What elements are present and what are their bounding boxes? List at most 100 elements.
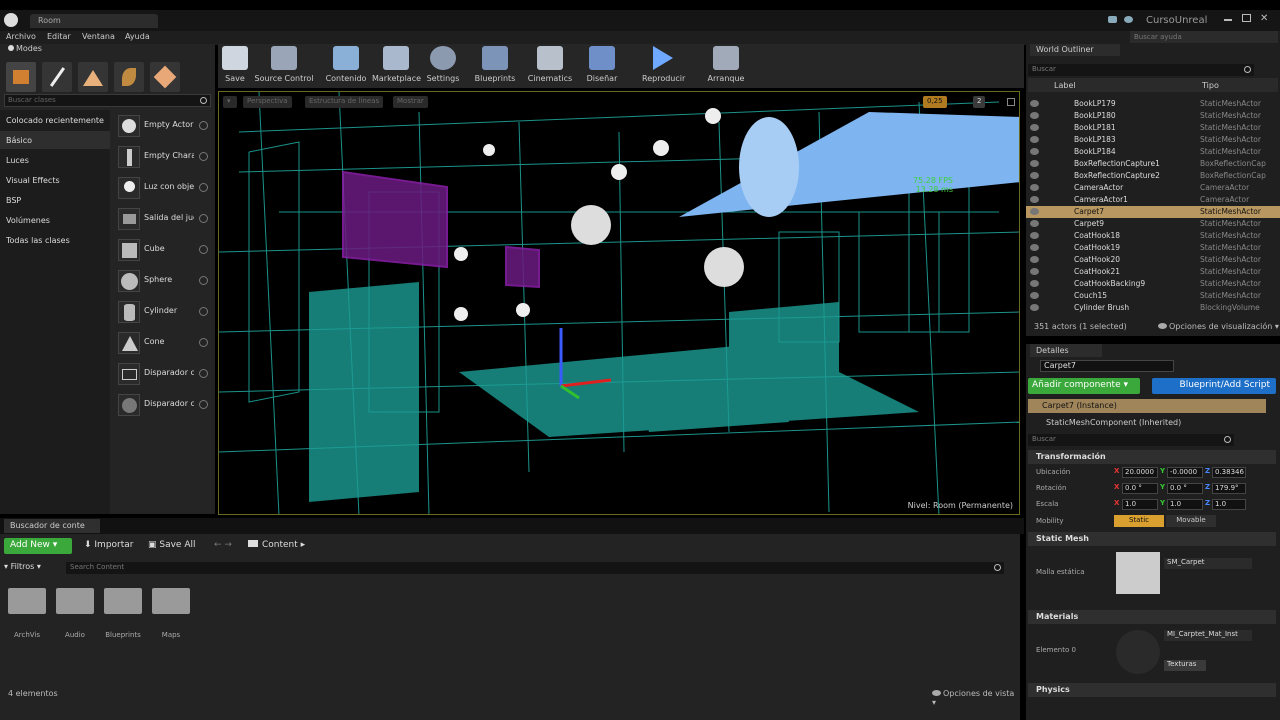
help-icon[interactable] [199, 338, 208, 347]
visibility-icon[interactable] [1030, 100, 1039, 107]
play-button[interactable]: Reproducir [642, 46, 685, 86]
mobility-movable-button[interactable]: Movable [1166, 515, 1216, 527]
outliner-view-options[interactable]: Opciones de visualización ▾ [1158, 322, 1279, 331]
foliage-mode-icon[interactable] [114, 62, 144, 92]
blueprint-add-script-button[interactable]: Blueprint/Add Script [1152, 378, 1276, 394]
design-button[interactable]: Diseñar [586, 46, 618, 86]
outliner-row[interactable]: Cylinder Brush BlockingVolume [1026, 302, 1280, 314]
outliner-row[interactable]: BookLP183 StaticMeshActor [1026, 134, 1280, 146]
details-search-input[interactable]: Buscar [1028, 434, 1234, 446]
class-search-input[interactable]: Buscar clases [4, 94, 211, 107]
visibility-icon[interactable] [1030, 160, 1039, 167]
save-button[interactable]: Save [220, 46, 250, 86]
actor-point-light[interactable]: Luz con obje [114, 175, 212, 203]
outliner-row[interactable]: CoatHook21 StaticMeshActor [1026, 266, 1280, 278]
minimize-icon[interactable] [1224, 19, 1232, 21]
visibility-icon[interactable] [1030, 232, 1039, 239]
visibility-icon[interactable] [1030, 220, 1039, 227]
menu-window[interactable]: Ventana [82, 32, 115, 41]
add-new-button[interactable]: Add New ▾ [4, 538, 72, 554]
help-icon[interactable] [199, 245, 208, 254]
viewport-options-button[interactable]: ▾ [223, 96, 237, 108]
folder-blueprints[interactable] [104, 588, 142, 614]
outliner-row[interactable]: BookLP181 StaticMeshActor [1026, 122, 1280, 134]
material-thumbnail[interactable] [1116, 630, 1160, 674]
help-icon[interactable] [199, 276, 208, 285]
path-breadcrumb[interactable]: Content ▸ [248, 540, 305, 550]
mesh-thumbnail[interactable] [1116, 552, 1160, 594]
outliner-row[interactable]: BoxReflectionCapture1 BoxReflectionCap [1026, 158, 1280, 170]
scale-y-field[interactable]: 1.0 [1167, 499, 1203, 510]
actor-empty-character[interactable]: Empty Chara [114, 144, 212, 172]
visibility-icon[interactable] [1030, 268, 1039, 275]
visibility-icon[interactable] [1030, 256, 1039, 263]
blueprints-button[interactable]: Blueprints [474, 46, 516, 86]
maximize-viewport-icon[interactable] [1007, 98, 1015, 106]
settings-button[interactable]: Settings [426, 46, 460, 86]
category-recent[interactable]: Colocado recientemente [6, 116, 104, 125]
outliner-row[interactable]: CoatHook20 StaticMeshActor [1026, 254, 1280, 266]
show-button[interactable]: Mostrar [393, 96, 428, 108]
visibility-icon[interactable] [1030, 112, 1039, 119]
help-icon[interactable] [199, 121, 208, 130]
actor-cone[interactable]: Cone [114, 330, 212, 358]
outliner-row[interactable]: BookLP180 StaticMeshActor [1026, 110, 1280, 122]
outliner-row[interactable]: BookLP179 StaticMeshActor [1026, 98, 1280, 110]
geometry-mode-icon[interactable] [150, 62, 180, 92]
content-search-input[interactable]: Search Content [66, 562, 1004, 574]
outliner-row[interactable]: Couch15 StaticMeshActor [1026, 290, 1280, 302]
visibility-icon[interactable] [1030, 280, 1039, 287]
paint-mode-icon[interactable] [42, 62, 72, 92]
outliner-row[interactable]: BookLP184 StaticMeshActor [1026, 146, 1280, 158]
help-icon[interactable] [199, 152, 208, 161]
rotation-y-field[interactable]: 0.0 ° [1167, 483, 1203, 494]
label-column-header[interactable]: Label [1054, 81, 1076, 90]
physics-section-header[interactable]: Physics [1028, 683, 1276, 697]
category-lights[interactable]: Luces [6, 156, 29, 165]
help-icon[interactable] [199, 400, 208, 409]
source-control-button[interactable]: Source Control [254, 46, 314, 86]
modes-tab[interactable]: Modes [4, 44, 64, 56]
outliner-tab[interactable]: World Outliner [1030, 44, 1120, 56]
type-column-header[interactable]: Tipo [1202, 81, 1219, 90]
transform-section-header[interactable]: Transformación [1028, 450, 1276, 464]
help-icon[interactable] [199, 183, 208, 192]
history-nav[interactable]: ← → [214, 540, 232, 550]
actor-box-trigger[interactable]: Disparador c [114, 361, 212, 389]
actor-name-field[interactable]: Carpet7 [1040, 360, 1174, 372]
category-all-classes[interactable]: Todas las clases [6, 236, 70, 245]
visibility-icon[interactable] [1030, 172, 1039, 179]
notify-icon[interactable] [1124, 16, 1133, 23]
level-tab[interactable]: Room [30, 14, 158, 28]
mesh-select-dropdown[interactable]: SM_Carpet [1164, 558, 1252, 569]
menu-help[interactable]: Ayuda [125, 32, 150, 41]
outliner-row[interactable]: CameraActor1 CameraActor [1026, 194, 1280, 206]
mobility-static-button[interactable]: Static [1114, 515, 1164, 527]
launch-button[interactable]: Arranque [706, 46, 746, 86]
outliner-row[interactable]: BoxReflectionCapture2 BoxReflectionCap [1026, 170, 1280, 182]
actor-sphere-trigger[interactable]: Disparador c [114, 392, 212, 420]
visibility-icon[interactable] [1030, 304, 1039, 311]
rotation-z-field[interactable]: 179.9° [1212, 483, 1246, 494]
visibility-icon[interactable] [1030, 124, 1039, 131]
outliner-row[interactable]: Carpet9 StaticMeshActor [1026, 218, 1280, 230]
material-select-dropdown[interactable]: MI_Carptet_Mat_Inst [1164, 630, 1252, 641]
scale-z-field[interactable]: 1.0 [1212, 499, 1246, 510]
folder-maps[interactable] [152, 588, 190, 614]
landscape-mode-icon[interactable] [78, 62, 108, 92]
component-inherited-row[interactable]: StaticMeshComponent (Inherited) [1028, 417, 1266, 430]
add-component-button[interactable]: Añadir componente ▾ [1028, 378, 1140, 394]
menu-edit[interactable]: Editar [47, 32, 71, 41]
close-icon[interactable]: ✕ [1260, 13, 1268, 24]
visibility-icon[interactable] [1030, 196, 1039, 203]
category-volumes[interactable]: Volúmenes [6, 216, 50, 225]
outliner-search-input[interactable]: Buscar [1028, 64, 1254, 76]
outliner-row[interactable]: CoatHook18 StaticMeshActor [1026, 230, 1280, 242]
static-mesh-section-header[interactable]: Static Mesh [1028, 532, 1276, 546]
materials-section-header[interactable]: Materials [1028, 610, 1276, 624]
outliner-row[interactable]: CoatHookBacking9 StaticMeshActor [1026, 278, 1280, 290]
menu-file[interactable]: Archivo [6, 32, 36, 41]
folder-archvis[interactable] [8, 588, 46, 614]
snap-value[interactable]: 0,25 [923, 96, 947, 108]
visibility-icon[interactable] [1030, 292, 1039, 299]
